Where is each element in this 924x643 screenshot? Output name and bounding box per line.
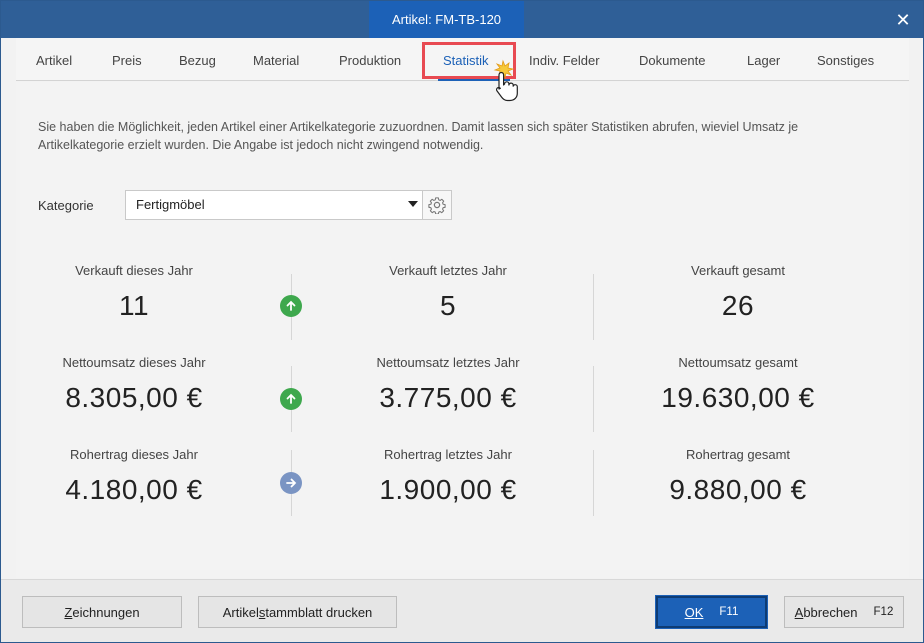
column-divider — [593, 274, 594, 340]
gear-icon — [428, 197, 446, 214]
tab-bezug[interactable]: Bezug — [179, 53, 216, 68]
kategorie-value: Fertigmöbel — [136, 197, 205, 212]
stat-value: 4.180,00 € — [65, 474, 203, 505]
stat-label: Verkauft letztes Jahr — [389, 263, 507, 278]
trend-up-icon — [280, 388, 302, 410]
kategorie-select[interactable]: Fertigmöbel — [125, 190, 423, 220]
stat-value: 3.775,00 € — [379, 382, 517, 413]
kategorie-label: Kategorie — [38, 198, 94, 213]
button-mnemonic: O — [684, 604, 695, 620]
stat-value: 9.880,00 € — [669, 474, 807, 505]
button-label-part: K — [694, 604, 704, 620]
dropdown-arrow-icon — [408, 201, 418, 207]
button-label-part: eichnungen — [72, 604, 140, 620]
tab-sonstiges[interactable]: Sonstiges — [817, 53, 874, 68]
stat-label: Rohertrag letztes Jahr — [384, 447, 512, 462]
abbrechen-button[interactable]: Abbrechen F12 — [784, 596, 904, 628]
tab-indiv-felder[interactable]: Indiv. Felder — [529, 53, 600, 68]
title-bar: Artikel: FM-TB-120 ✕ — [1, 1, 923, 38]
column-divider — [593, 366, 594, 432]
trend-up-icon — [280, 295, 302, 317]
stat-value: 11 — [118, 290, 150, 321]
button-label-part: Artikel — [222, 604, 259, 620]
stat-label: Verkauft dieses Jahr — [75, 263, 193, 278]
stat-rohertrag-letztes-jahr: Rohertrag letztes Jahr 1.900,00 € — [348, 447, 548, 506]
stat-nettoumsatz-letztes-jahr: Nettoumsatz letztes Jahr 3.775,00 € — [348, 355, 548, 414]
button-mnemonic: Z — [64, 604, 73, 620]
stat-value: 1.900,00 € — [379, 474, 517, 505]
stat-verkauft-letztes-jahr: Verkauft letztes Jahr 5 — [348, 263, 548, 322]
stat-rohertrag-gesamt: Rohertrag gesamt 9.880,00 € — [638, 447, 838, 506]
button-mnemonic: A — [794, 604, 804, 620]
hand-cursor-icon — [493, 59, 518, 102]
info-text: Sie haben die Möglichkeit, jeden Artikel… — [38, 120, 799, 152]
stat-label: Nettoumsatz dieses Jahr — [62, 355, 206, 370]
zeichnungen-button[interactable]: Zeichnungen — [22, 596, 182, 628]
stat-value: 26 — [721, 290, 755, 321]
tab-material[interactable]: Material — [253, 53, 299, 68]
stat-label: Verkauft gesamt — [691, 263, 785, 278]
tab-preis[interactable]: Preis — [112, 53, 142, 68]
stat-value: 19.630,00 € — [661, 382, 815, 413]
stat-verkauft-gesamt: Verkauft gesamt 26 — [638, 263, 838, 322]
close-icon[interactable]: ✕ — [893, 10, 913, 30]
artikelstammblatt-drucken-button[interactable]: Artikel s tammblatt drucken — [198, 596, 397, 628]
trend-equal-icon — [280, 472, 302, 494]
ok-button[interactable]: OK F11 — [655, 595, 768, 629]
stat-verkauft-dieses-jahr: Verkauft dieses Jahr 11 — [34, 263, 234, 322]
shortcut-key: F11 — [719, 606, 739, 618]
tab-dokumente[interactable]: Dokumente — [639, 53, 705, 68]
article-dialog: Artikel: FM-TB-120 ✕ Artikel Preis Bezug… — [0, 0, 924, 643]
kategorie-settings-button[interactable] — [422, 190, 452, 220]
tab-lager[interactable]: Lager — [747, 53, 780, 68]
shortcut-key: F12 — [873, 606, 894, 618]
button-label-part: bbrechen — [803, 604, 858, 620]
stat-rohertrag-dieses-jahr: Rohertrag dieses Jahr 4.180,00 € — [34, 447, 234, 506]
stat-value: 5 — [439, 290, 457, 321]
stat-label: Nettoumsatz letztes Jahr — [376, 355, 520, 370]
stat-label: Rohertrag dieses Jahr — [70, 447, 198, 462]
tab-produktion[interactable]: Produktion — [339, 53, 401, 68]
stat-label: Rohertrag gesamt — [685, 447, 791, 462]
stat-value: 8.305,00 € — [65, 382, 203, 413]
dialog-footer: Zeichnungen Artikel s tammblatt drucken OK… — [1, 579, 923, 642]
tab-artikel[interactable]: Artikel — [36, 53, 72, 68]
button-label-part: tammblatt drucken — [265, 604, 373, 620]
statistik-panel: Sie haben die Möglichkeit, jeden Artikel… — [16, 82, 909, 578]
stat-nettoumsatz-gesamt: Nettoumsatz gesamt 19.630,00 € — [638, 355, 838, 414]
window-title: Artikel: FM-TB-120 — [369, 1, 524, 38]
column-divider — [593, 450, 594, 516]
stat-nettoumsatz-dieses-jahr: Nettoumsatz dieses Jahr 8.305,00 € — [34, 355, 234, 414]
stat-label: Nettoumsatz gesamt — [678, 355, 798, 370]
